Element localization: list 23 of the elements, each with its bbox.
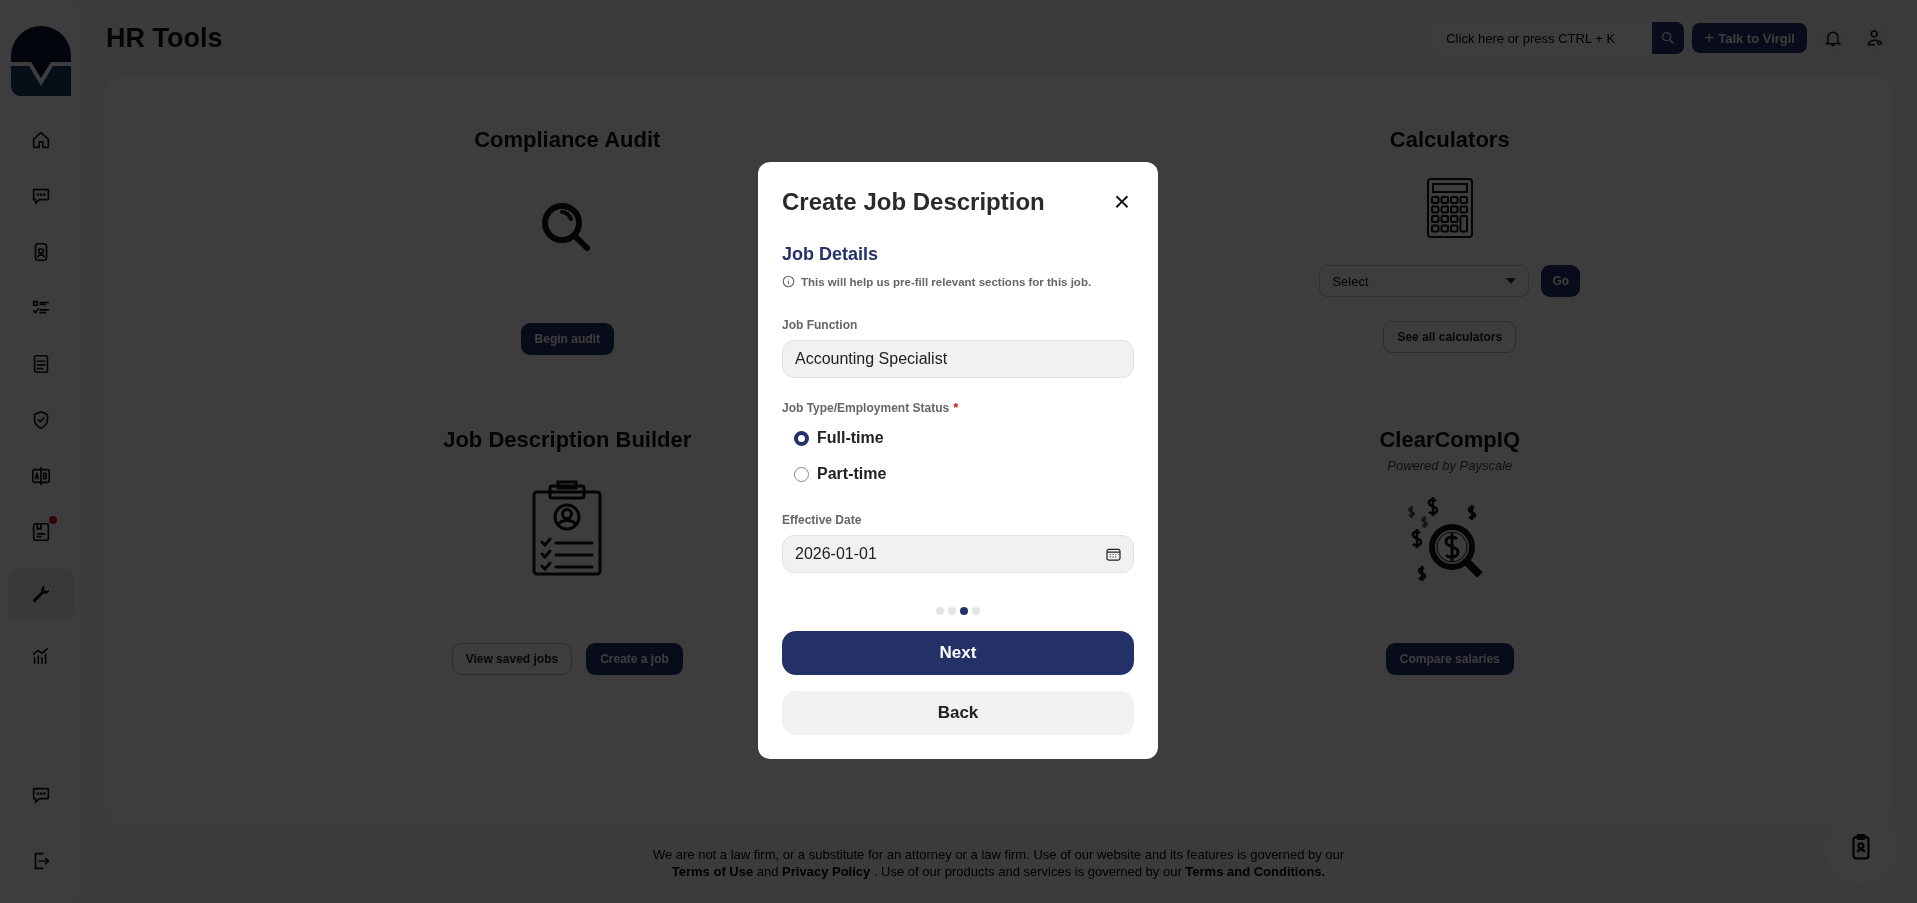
hint-text: This will help us pre-fill relevant sections for this job. [801,275,1092,288]
tool-title: Job Description Builder [443,427,692,453]
radio-button[interactable] [794,466,809,482]
date-field[interactable]: 2026-01-01 [782,535,1134,573]
required-mark: * [953,400,959,415]
tool-title: ClearCompIQ [1379,427,1521,453]
close-button[interactable]: × [1109,188,1134,216]
field-label: Effective Date [782,513,863,527]
disclaimer-text: We are not a law firm, or a substitute for an attorney or a law firm. Use of our website and its features is governed by our [651,846,1346,863]
job-function-field[interactable]: Accounting Specialist [782,340,1134,378]
field-label: Job Function [782,318,859,332]
tool-title: Compliance Audit [474,127,661,153]
radio-label: Part-time [817,465,887,483]
radio-label: Full-time [817,429,884,447]
tool-title: Calculators [1389,127,1510,153]
calendar-icon [1106,547,1121,561]
field-label: Job Type/Employment Status [782,401,950,415]
back-button[interactable]: Back [782,691,1134,735]
radio-button[interactable] [794,430,809,446]
dialog-title: Create Job Description [782,188,1045,216]
info-icon [782,275,795,288]
next-button[interactable]: Next [782,631,1134,675]
section-title: Job Details [782,244,880,265]
